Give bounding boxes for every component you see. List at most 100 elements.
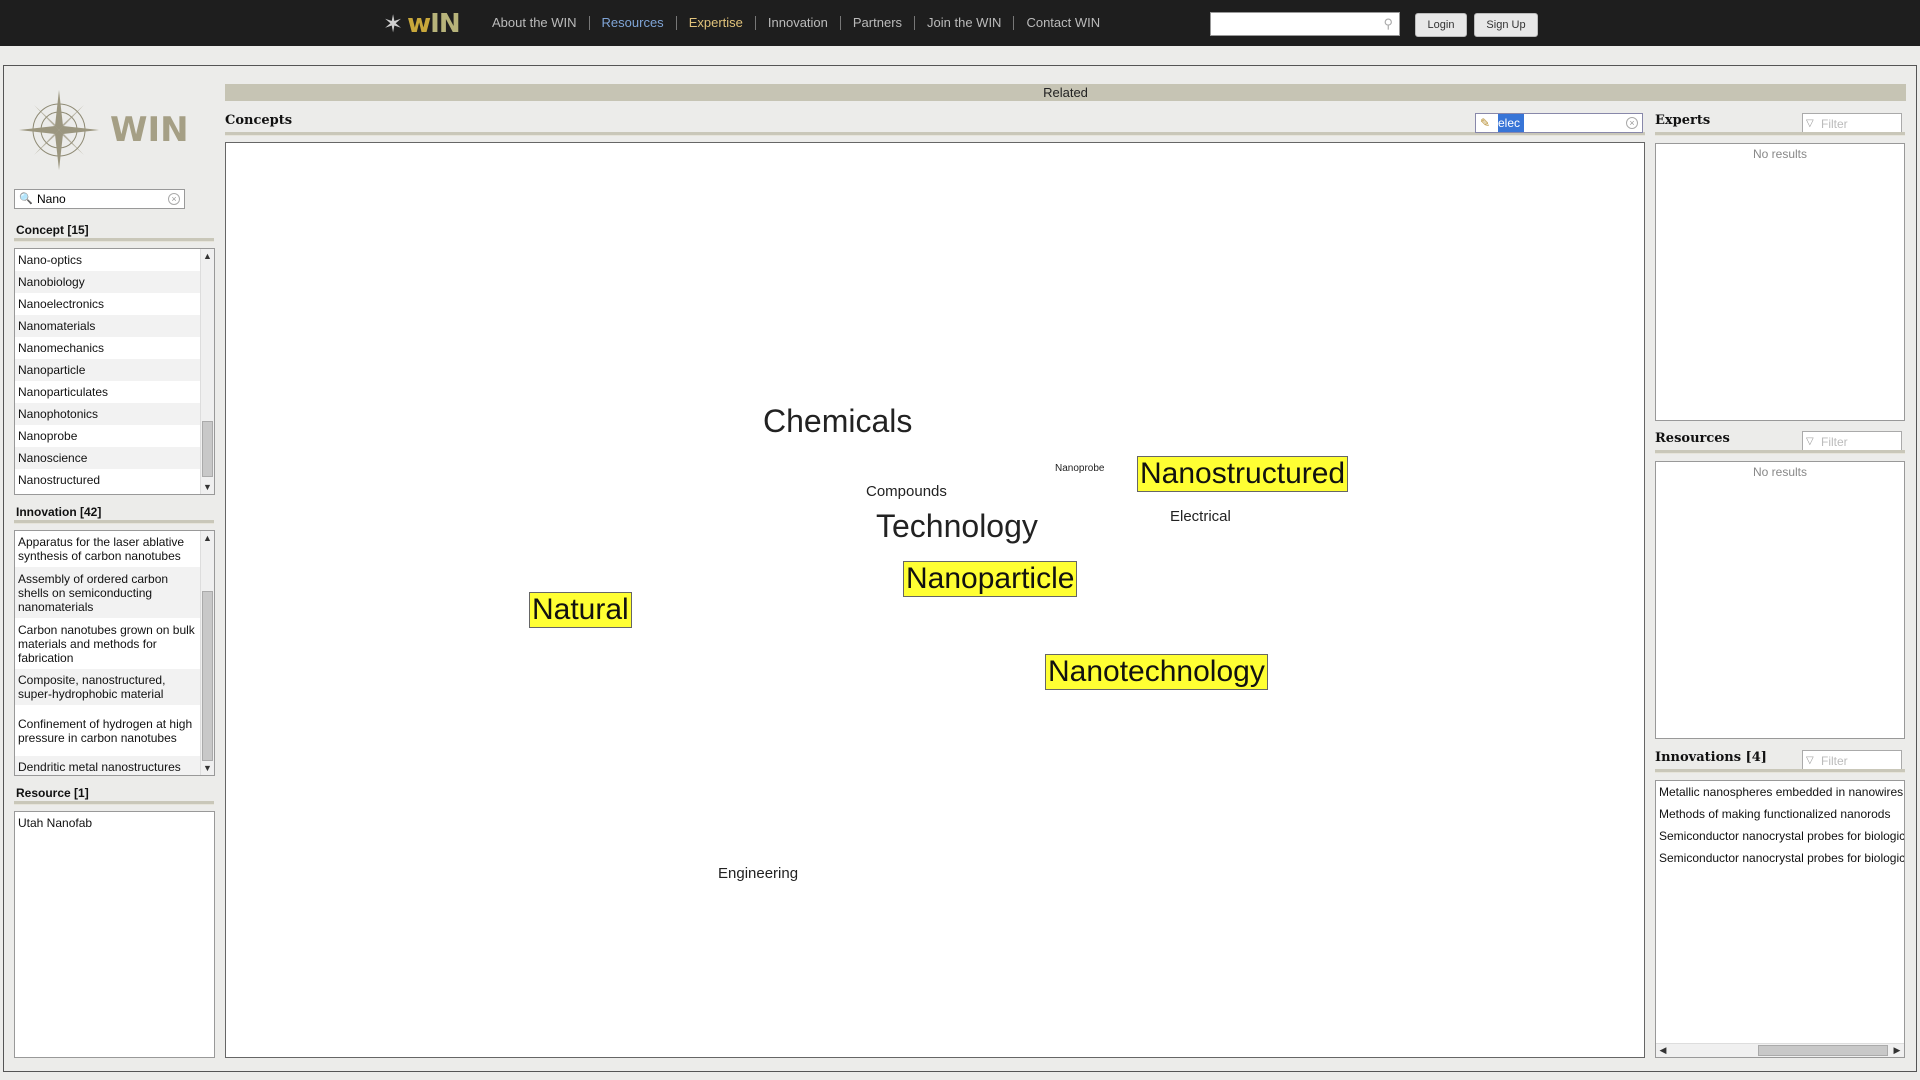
cloud-word-nanotechnology[interactable]: Nanotechnology — [1045, 654, 1268, 690]
compass-star-icon — [19, 90, 99, 170]
scroll-thumb[interactable] — [202, 591, 213, 761]
experts-divider — [1655, 132, 1905, 136]
nav-innovation[interactable]: Innovation — [754, 16, 840, 30]
filter-icon: ▽ — [1806, 755, 1814, 766]
concepts-title: Concepts — [225, 113, 293, 128]
concept-list: Nano-optics Nanobiology Nanoelectronics … — [14, 248, 215, 495]
resources-title: Resources — [1655, 431, 1730, 446]
scroll-down-icon[interactable]: ▼ — [201, 761, 214, 775]
list-item[interactable]: Nanoelectronics — [15, 293, 201, 315]
list-item[interactable]: Metallic nanospheres embedded in nanowir… — [1656, 781, 1904, 803]
scroll-thumb[interactable] — [202, 421, 213, 477]
resource-section-title: Resource [1] — [16, 786, 89, 800]
list-item[interactable]: Nanophotonics — [15, 403, 201, 425]
list-item[interactable]: Nanostructured — [15, 469, 201, 491]
win-logo: WIN — [14, 80, 189, 180]
nav-resources[interactable]: Resources — [588, 16, 676, 30]
scroll-up-icon[interactable]: ▲ — [201, 531, 214, 545]
scroll-down-icon[interactable]: ▼ — [201, 480, 214, 494]
cloud-word-nanoparticle[interactable]: Nanoparticle — [903, 561, 1078, 597]
concept-list-scrollbar[interactable]: ▲ ▼ — [200, 249, 214, 494]
login-button[interactable]: Login — [1415, 13, 1467, 37]
concepts-divider — [225, 132, 1645, 136]
related-header: Related — [225, 84, 1906, 101]
cloud-word-nanostructured[interactable]: Nanostructured — [1137, 456, 1349, 492]
cloud-word-chemicals[interactable]: Chemicals — [763, 403, 912, 440]
experts-list: No results — [1655, 143, 1905, 421]
nav-contact[interactable]: Contact WIN — [1013, 16, 1112, 30]
resource-list: Utah Nanofab — [14, 811, 215, 1058]
list-item[interactable]: Composite, nanostructured, super-hydroph… — [15, 669, 201, 705]
nav-about[interactable]: About the WIN — [480, 16, 589, 30]
pencil-icon: ✎ — [1480, 116, 1491, 130]
scroll-left-icon[interactable]: ◀ — [1656, 1044, 1670, 1057]
concept-filter-box: 🔍 × — [14, 189, 185, 209]
concept-section-title: Concept [15] — [16, 223, 89, 237]
search-icon[interactable]: ⚲ — [1383, 16, 1393, 32]
site-search-box: ⚲ — [1210, 12, 1400, 36]
signup-button[interactable]: Sign Up — [1474, 13, 1538, 37]
cloud-word-natural[interactable]: Natural — [529, 592, 632, 628]
resources-divider — [1655, 450, 1905, 454]
cloud-word-nanoprobe[interactable]: Nanoprobe — [1055, 463, 1104, 474]
nav-expertise[interactable]: Expertise — [675, 16, 755, 30]
site-search-input[interactable] — [1211, 13, 1371, 35]
list-item[interactable]: Methods of making functionalized nanorod… — [1656, 803, 1904, 825]
list-item[interactable]: Confinement of hydrogen at high pressure… — [15, 705, 201, 756]
innovation-section-title: Innovation [42] — [16, 505, 102, 519]
clear-icon[interactable]: × — [1626, 117, 1638, 129]
list-item[interactable]: Dendritic metal nanostructures — [15, 756, 201, 775]
innovations-filter-input[interactable] — [1821, 752, 1899, 769]
main-nav: About the WIN Resources Expertise Innova… — [480, 16, 1112, 30]
list-item[interactable]: Utah Nanofab — [15, 812, 214, 834]
experts-filter: ▽ — [1802, 113, 1902, 134]
concept-section-divider — [14, 238, 214, 242]
nav-join[interactable]: Join the WIN — [914, 16, 1013, 30]
compass-star-icon: ✶ — [383, 10, 404, 38]
list-item[interactable]: Assembly of ordered carbon shells on sem… — [15, 567, 201, 618]
list-item[interactable]: Apparatus for the laser ablative synthes… — [15, 531, 201, 567]
cloud-word-technology[interactable]: Technology — [876, 508, 1038, 545]
win-logo-word: WIN — [110, 110, 189, 150]
top-logo[interactable]: ✶ w IN — [383, 9, 461, 39]
innovation-list-scrollbar[interactable]: ▲ ▼ — [200, 531, 214, 775]
concept-cloud-search: ✎ × — [1475, 113, 1643, 133]
clear-icon[interactable]: × — [168, 193, 180, 205]
list-item[interactable]: Nanoscience — [15, 447, 201, 469]
experts-empty-text: No results — [1752, 147, 1808, 161]
resource-section-divider — [14, 801, 214, 805]
concept-cloud-input[interactable] — [1498, 114, 1524, 132]
resources-list: No results — [1655, 461, 1905, 739]
innovations-filter: ▽ — [1802, 750, 1902, 771]
list-item[interactable]: Nanobiology — [15, 271, 201, 293]
list-item[interactable]: Nanoprobe — [15, 425, 201, 447]
list-item[interactable]: Nanoparticulates — [15, 381, 201, 403]
cloud-word-compounds[interactable]: Compounds — [866, 483, 947, 500]
experts-title: Experts — [1655, 113, 1711, 128]
list-item[interactable]: Nano-optics — [15, 249, 201, 271]
resources-empty-text: No results — [1752, 465, 1808, 479]
innovations-title: Innovations [4] — [1655, 750, 1767, 765]
scroll-up-icon[interactable]: ▲ — [201, 249, 214, 263]
logo-in: IN — [430, 9, 460, 39]
cloud-word-electrical[interactable]: Electrical — [1170, 508, 1231, 525]
cloud-word-engineering[interactable]: Engineering — [718, 865, 798, 882]
list-item[interactable]: Semiconductor nanocrystal probes for bio… — [1656, 847, 1904, 869]
logo-w: w — [407, 9, 431, 39]
filter-icon: ▽ — [1806, 118, 1814, 129]
top-navigation-bar: ✶ w IN About the WIN Resources Expertise… — [0, 0, 1920, 46]
experts-filter-input[interactable] — [1821, 115, 1899, 132]
innovations-list: Metallic nanospheres embedded in nanowir… — [1655, 780, 1905, 1058]
list-item[interactable]: Semiconductor nanocrystal probes for bio… — [1656, 825, 1904, 847]
innovations-horizontal-scrollbar[interactable]: ◀ ▶ — [1656, 1043, 1904, 1057]
list-item[interactable]: Carbon nanotubes grown on bulk materials… — [15, 618, 201, 669]
resources-filter-input[interactable] — [1821, 433, 1899, 450]
scroll-thumb[interactable] — [1758, 1045, 1888, 1056]
list-item[interactable]: Nanomaterials — [15, 315, 201, 337]
concept-filter-input[interactable] — [37, 190, 157, 208]
innovation-section-divider — [14, 520, 214, 524]
list-item[interactable]: Nanomechanics — [15, 337, 201, 359]
scroll-right-icon[interactable]: ▶ — [1890, 1044, 1904, 1057]
list-item[interactable]: Nanoparticle — [15, 359, 201, 381]
nav-partners[interactable]: Partners — [839, 16, 914, 30]
